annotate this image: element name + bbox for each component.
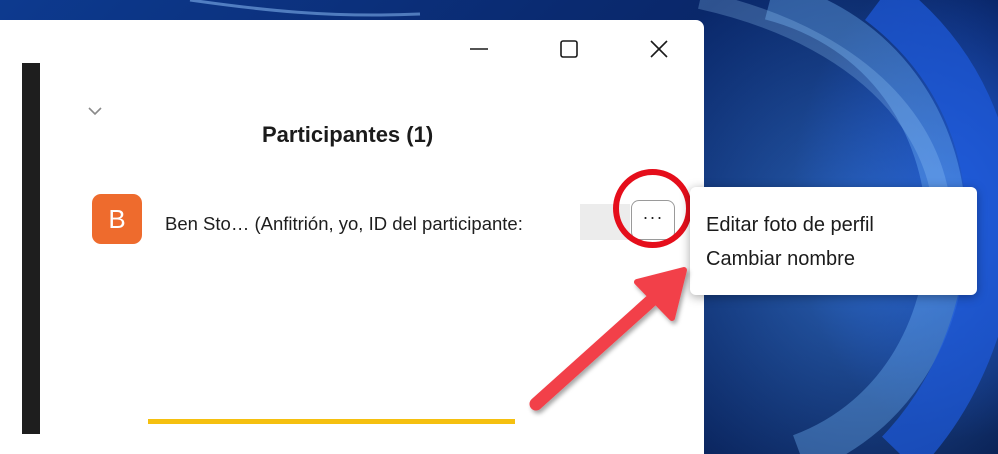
maximize-icon bbox=[560, 40, 578, 58]
chevron-down-icon[interactable] bbox=[84, 100, 106, 122]
ellipsis-icon: ··· bbox=[642, 206, 664, 227]
menu-item-rename[interactable]: Cambiar nombre bbox=[706, 248, 855, 271]
avatar: B bbox=[92, 194, 142, 244]
close-icon bbox=[650, 40, 668, 58]
more-options-button[interactable]: ··· bbox=[631, 200, 675, 240]
menu-item-edit-profile-photo[interactable]: Editar foto de perfil bbox=[706, 214, 874, 237]
minimize-icon bbox=[470, 48, 488, 50]
panel-title: Participantes (1) bbox=[262, 122, 434, 147]
context-menu: Editar foto de perfil Cambiar nombre bbox=[690, 187, 977, 295]
close-button[interactable] bbox=[614, 20, 704, 78]
minimize-button[interactable] bbox=[434, 20, 524, 78]
video-pane-edge bbox=[22, 63, 40, 434]
accent-underline bbox=[148, 419, 515, 424]
maximize-button[interactable] bbox=[524, 20, 614, 78]
row-hover-shade bbox=[580, 204, 630, 240]
participant-name: Ben Sto… (Anfitrión, yo, ID del particip… bbox=[165, 213, 523, 234]
window-controls bbox=[434, 20, 704, 78]
